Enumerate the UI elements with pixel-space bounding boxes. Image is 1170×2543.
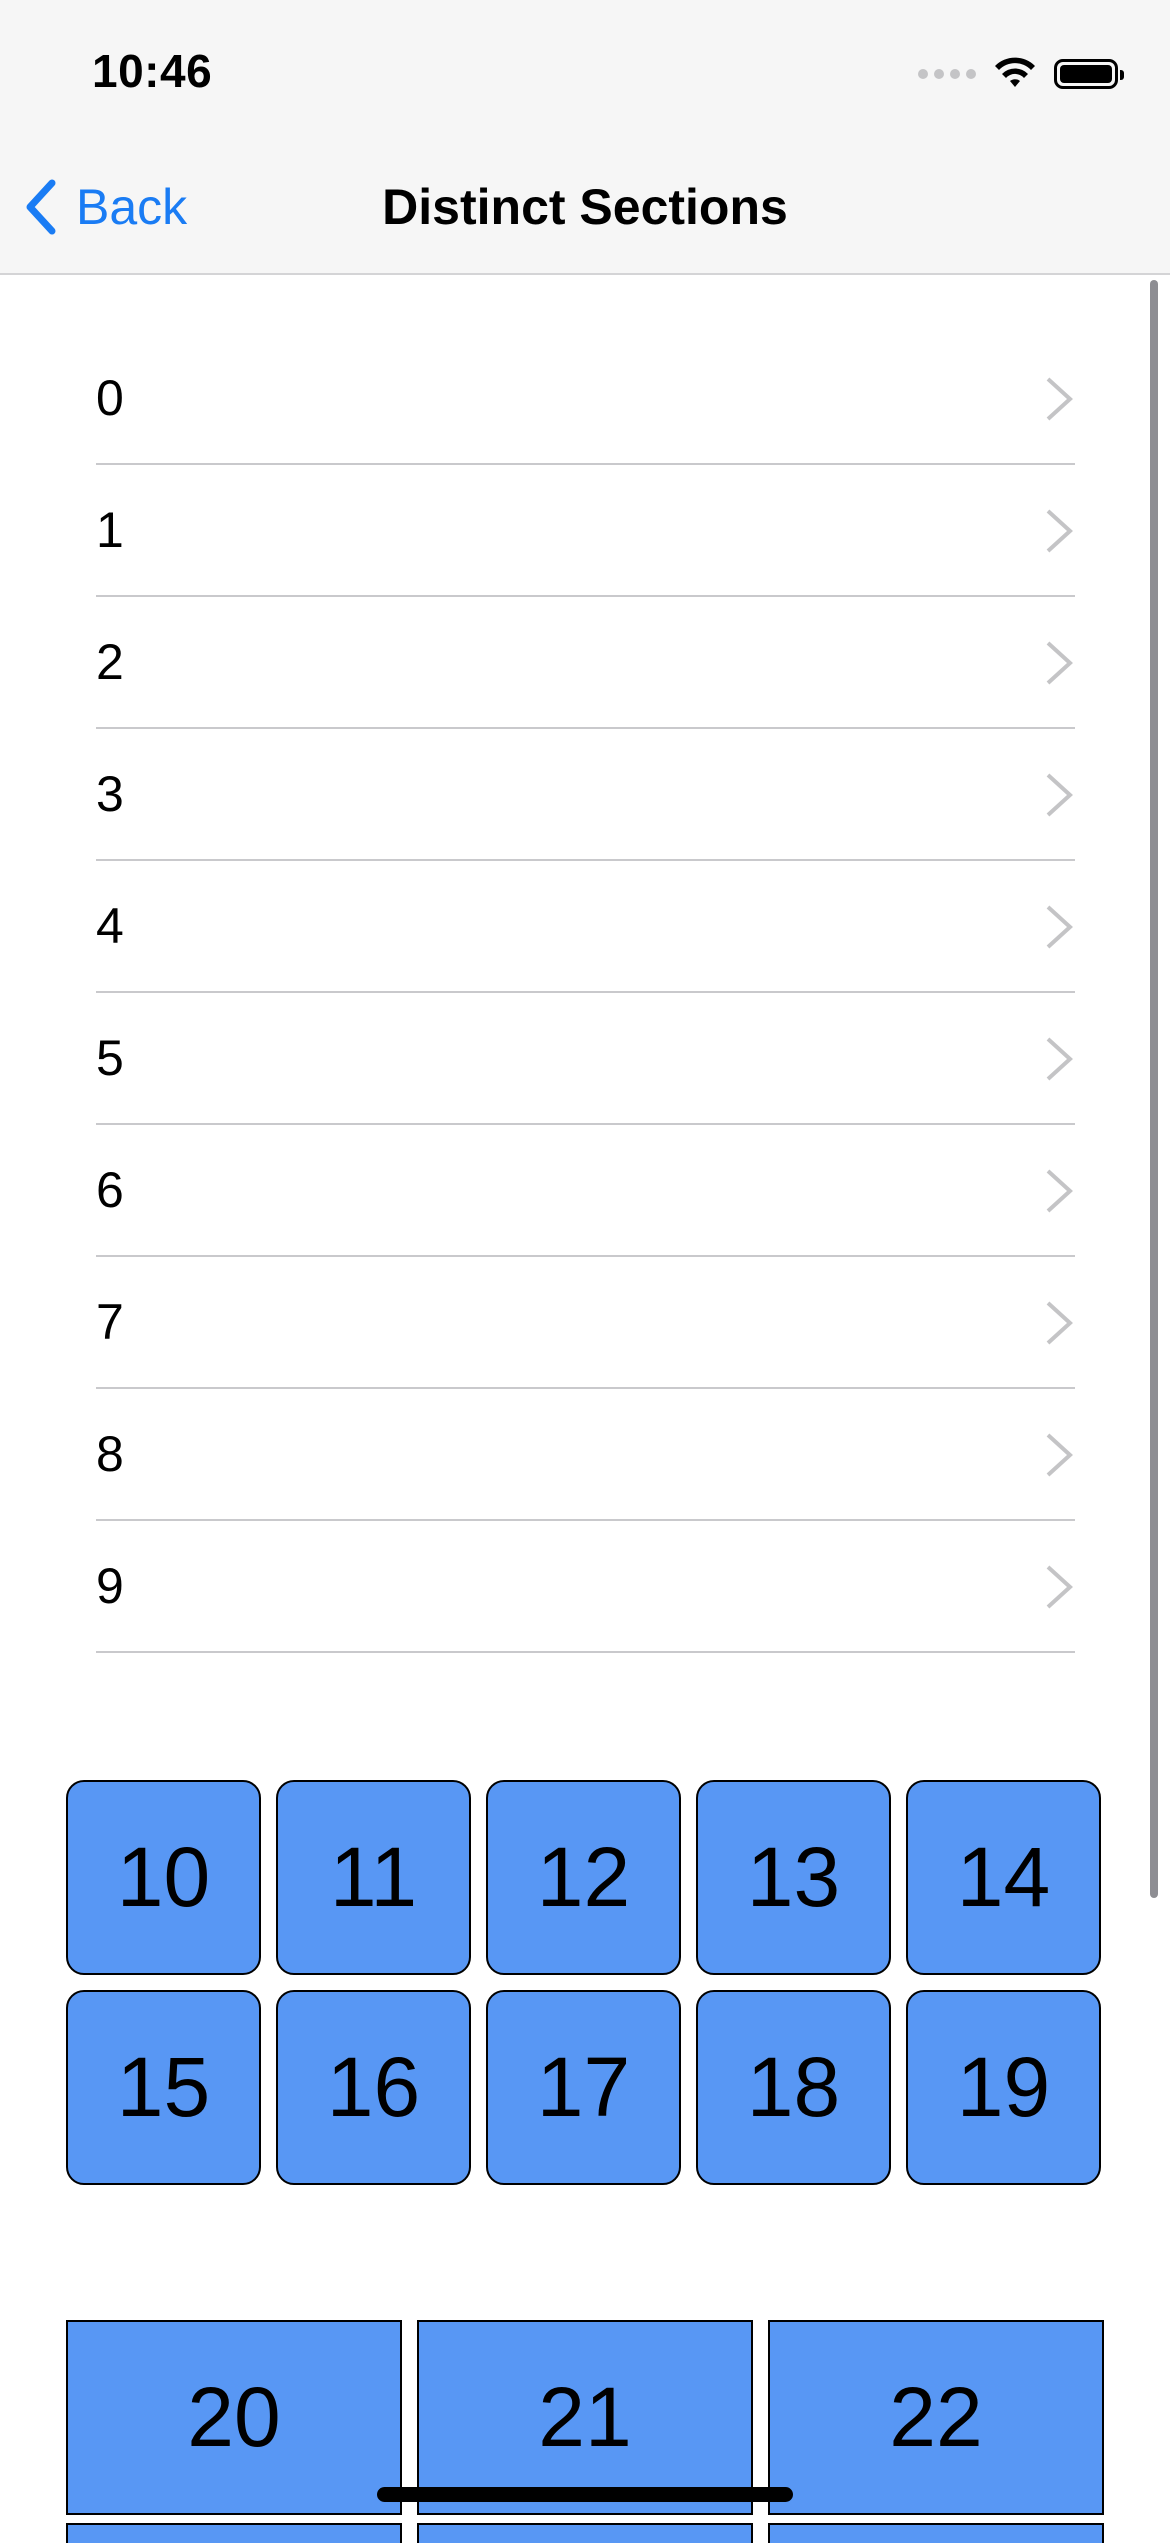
grid-cell[interactable]: 11 <box>276 1780 471 1975</box>
list-item-label: 5 <box>96 1030 124 1086</box>
list-item-label: 3 <box>96 766 124 822</box>
list-item[interactable]: 5 <box>0 993 1170 1125</box>
list-item[interactable]: 3 <box>0 729 1170 861</box>
chevron-right-icon <box>1046 1301 1073 1345</box>
grid-cell[interactable]: 16 <box>276 1990 471 2185</box>
wide-cell-peek[interactable] <box>417 2523 753 2543</box>
section-list: 0 1 2 3 4 5 6 7 8 9 <box>0 333 1170 1653</box>
list-item[interactable]: 7 <box>0 1257 1170 1389</box>
wide-cell[interactable]: 21 <box>417 2320 753 2515</box>
wifi-icon <box>995 57 1035 87</box>
chevron-right-icon <box>1046 641 1073 685</box>
chevron-right-icon <box>1046 1169 1073 1213</box>
list-item[interactable]: 2 <box>0 597 1170 729</box>
list-item-label: 1 <box>96 502 124 558</box>
grid-cell[interactable]: 19 <box>906 1990 1101 2185</box>
grid-cell[interactable]: 13 <box>696 1780 891 1975</box>
chevron-right-icon <box>1046 1433 1073 1477</box>
chevron-right-icon <box>1046 377 1073 421</box>
list-item-label: 6 <box>96 1162 124 1218</box>
home-indicator[interactable] <box>377 2487 793 2502</box>
list-item[interactable]: 1 <box>0 465 1170 597</box>
navigation-bar: 10:46 Back Distinct Sections <box>0 0 1170 275</box>
chevron-right-icon <box>1046 773 1073 817</box>
list-item-label: 2 <box>96 634 124 690</box>
chevron-right-icon <box>1046 1565 1073 1609</box>
separator <box>96 1651 1075 1653</box>
grid-cell[interactable]: 14 <box>906 1780 1101 1975</box>
list-item[interactable]: 6 <box>0 1125 1170 1257</box>
list-item[interactable]: 4 <box>0 861 1170 993</box>
list-item-label: 4 <box>96 898 124 954</box>
page-title: Distinct Sections <box>382 179 788 235</box>
wide-cell[interactable]: 20 <box>66 2320 402 2515</box>
list-item[interactable]: 9 <box>0 1521 1170 1653</box>
chevron-right-icon <box>1046 905 1073 949</box>
list-item[interactable]: 0 <box>0 333 1170 465</box>
status-time: 10:46 <box>92 45 213 97</box>
list-item[interactable]: 8 <box>0 1389 1170 1521</box>
list-item-label: 8 <box>96 1426 124 1482</box>
wide-cell-section: 20 21 22 <box>66 2320 1104 2515</box>
list-item-label: 9 <box>96 1558 124 1614</box>
wide-cell-peek[interactable] <box>768 2523 1104 2543</box>
battery-icon <box>1054 59 1124 89</box>
list-item-label: 0 <box>96 370 124 426</box>
square-grid-section: 10 11 12 13 14 15 16 17 18 19 <box>66 1780 1104 2185</box>
grid-cell[interactable]: 12 <box>486 1780 681 1975</box>
list-item-label: 7 <box>96 1294 124 1350</box>
wide-cell[interactable]: 22 <box>768 2320 1104 2515</box>
grid-cell[interactable]: 10 <box>66 1780 261 1975</box>
status-icons <box>918 52 1124 96</box>
grid-cell[interactable]: 18 <box>696 1990 891 2185</box>
vertical-scrollbar[interactable] <box>1150 280 1158 1898</box>
chevron-right-icon <box>1046 509 1073 553</box>
grid-cell[interactable]: 15 <box>66 1990 261 2185</box>
grid-cell[interactable]: 17 <box>486 1990 681 2185</box>
next-row-peek <box>66 2523 1104 2543</box>
wide-cell-peek[interactable] <box>66 2523 402 2543</box>
cellular-signal-icon <box>918 69 976 79</box>
chevron-right-icon <box>1046 1037 1073 1081</box>
